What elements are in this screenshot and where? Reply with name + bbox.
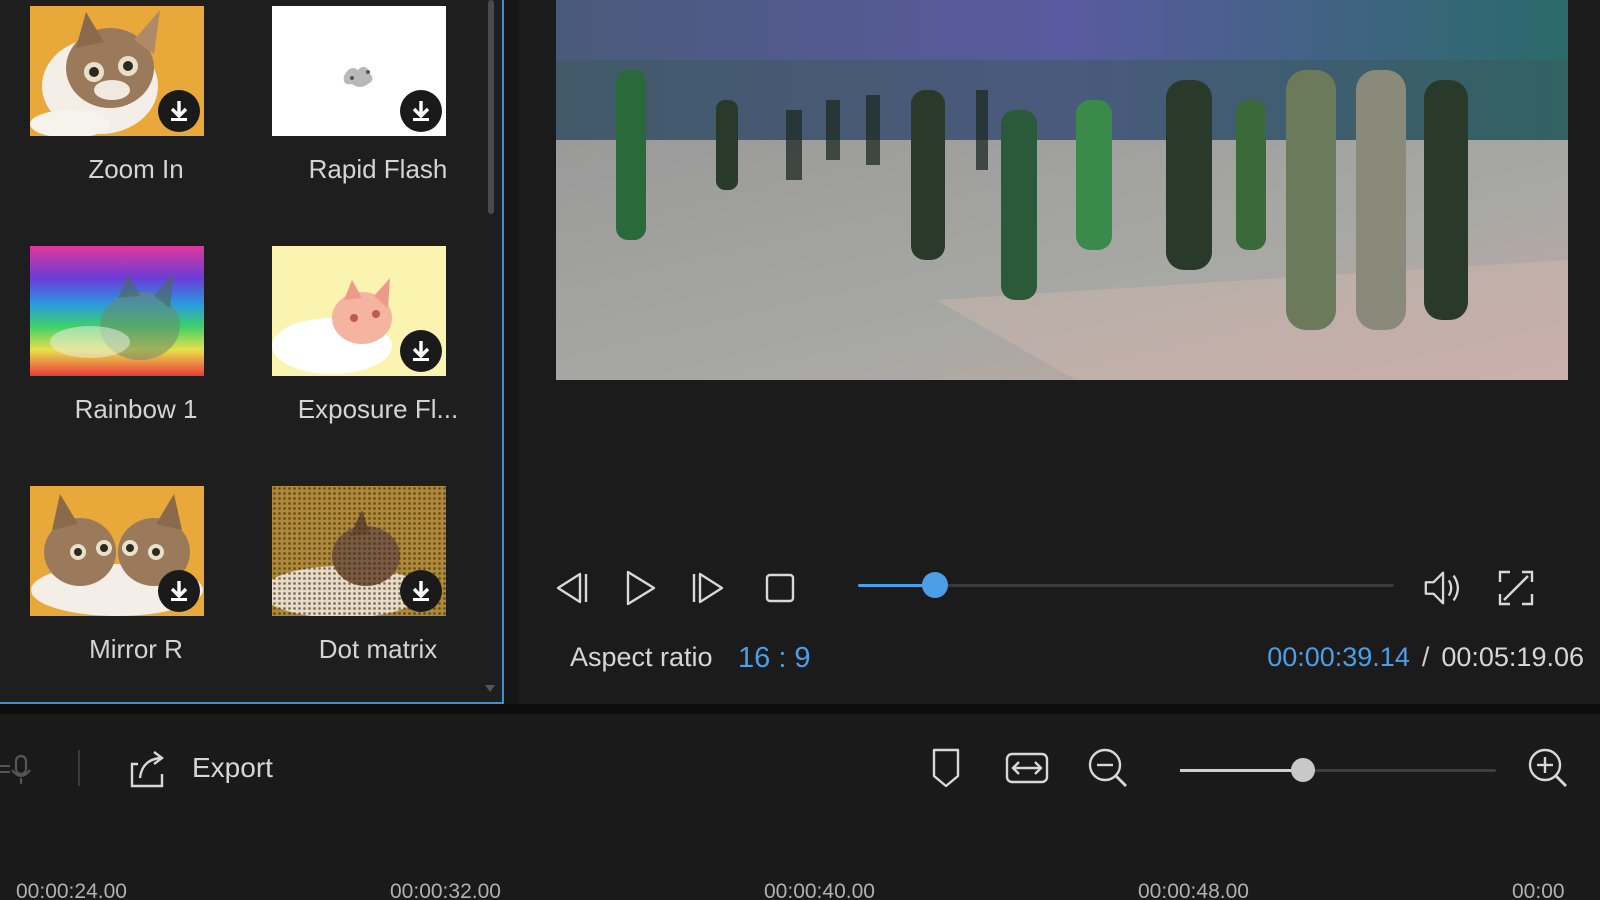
- effect-thumbnail[interactable]: [30, 6, 204, 136]
- download-icon[interactable]: [400, 570, 442, 612]
- effect-label: Rainbow 1: [74, 394, 198, 424]
- video-preview[interactable]: [556, 0, 1568, 380]
- fullscreen-icon[interactable]: [1494, 566, 1538, 610]
- play-button[interactable]: [618, 566, 662, 610]
- current-time: 00:00:39.14: [1267, 642, 1410, 672]
- total-time: 00:05:19.06: [1441, 642, 1584, 672]
- timeline-ruler[interactable]: 00:00:24.00 00:00:32.00 00:00:40.00 00:0…: [0, 854, 1600, 900]
- scrollbar-thumb[interactable]: [488, 0, 494, 214]
- effect-thumbnail[interactable]: [30, 486, 204, 616]
- ruler-tick: 00:00:40.00: [764, 880, 875, 900]
- zoom-slider[interactable]: [1180, 758, 1496, 782]
- effect-thumbnail[interactable]: [272, 6, 446, 136]
- preview-area: Aspect ratio 16 : 9 00:00:39.14 / 00:05:19…: [518, 0, 1600, 704]
- timeline-toolbar: Export: [0, 714, 1600, 854]
- zoom-handle[interactable]: [1291, 758, 1316, 782]
- download-icon[interactable]: [400, 330, 442, 372]
- voiceover-mic-icon[interactable]: [0, 750, 40, 790]
- scroll-down-arrow-icon[interactable]: [485, 685, 495, 692]
- effect-label: Rapid Flash: [308, 154, 448, 184]
- effect-label: Dot matrix: [318, 634, 438, 664]
- stop-button[interactable]: [758, 566, 802, 610]
- export-icon[interactable]: [124, 746, 170, 792]
- effect-label: Zoom In: [88, 154, 184, 184]
- zoom-fill: [1180, 769, 1304, 772]
- ruler-tick: 00:00:32.00: [390, 880, 501, 900]
- effects-scrollbar[interactable]: [484, 0, 496, 702]
- previous-frame-button[interactable]: [550, 566, 594, 610]
- zoom-out-icon[interactable]: [1086, 746, 1130, 790]
- effects-panel: Zoom In Rapid Flash Rainbow 1 Exposure F…: [0, 0, 504, 704]
- volume-icon[interactable]: [1422, 566, 1466, 610]
- fit-timeline-icon[interactable]: [1004, 748, 1050, 788]
- playback-progress-slider[interactable]: [858, 572, 1394, 598]
- zoom-in-icon[interactable]: [1526, 746, 1570, 790]
- aspect-ratio-value[interactable]: 16 : 9: [738, 642, 811, 675]
- export-button[interactable]: Export: [192, 752, 273, 784]
- panel-divider: [0, 704, 1600, 714]
- download-icon[interactable]: [158, 90, 200, 132]
- effect-thumbnail[interactable]: [272, 246, 446, 376]
- marker-icon[interactable]: [928, 746, 964, 790]
- effect-thumbnail[interactable]: [272, 486, 446, 616]
- progress-handle[interactable]: [921, 572, 948, 598]
- download-icon[interactable]: [158, 570, 200, 612]
- aspect-ratio-label: Aspect ratio: [570, 642, 713, 672]
- time-separator: /: [1421, 642, 1430, 672]
- ruler-tick: 00:00:48.00: [1138, 880, 1249, 900]
- effect-label: Exposure Fl...: [297, 394, 459, 424]
- effect-label: Mirror R: [89, 634, 183, 664]
- toolbar-divider: [78, 750, 80, 786]
- download-icon[interactable]: [400, 90, 442, 132]
- effect-thumbnail[interactable]: [30, 246, 204, 376]
- ruler-tick: 00:00:24.00: [16, 880, 127, 900]
- next-frame-button[interactable]: [686, 566, 730, 610]
- time-readout: 00:00:39.14 / 00:05:19.06: [1267, 642, 1584, 673]
- ruler-tick: 00:00: [1512, 880, 1565, 900]
